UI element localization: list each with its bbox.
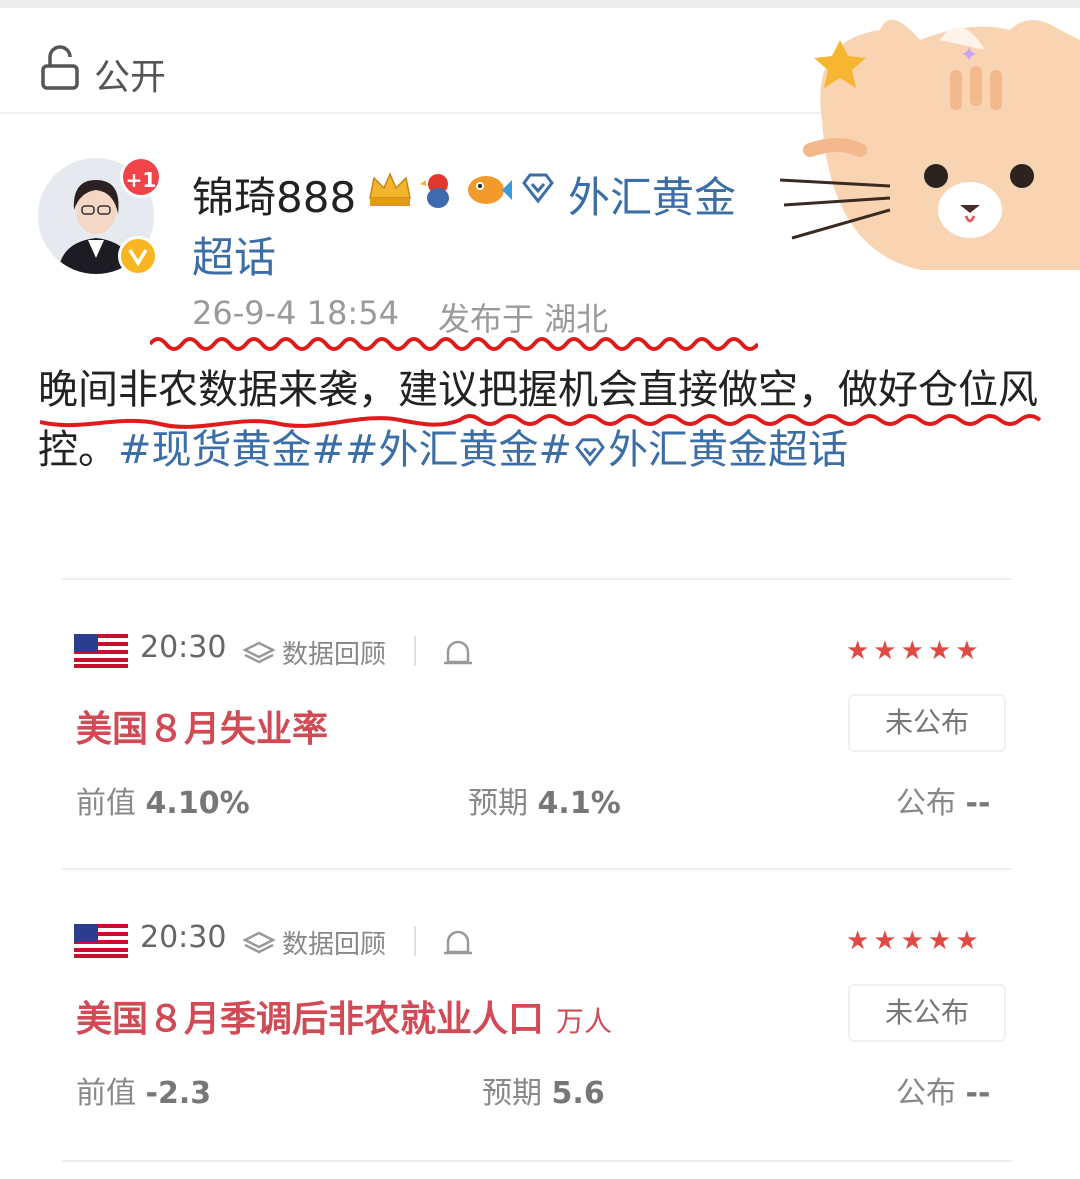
fish-icon	[468, 176, 512, 204]
red-underline-annotation	[150, 337, 758, 351]
visibility-label: 公开	[94, 57, 167, 98]
previous-number: 4.10%	[145, 786, 250, 821]
notification-badge: +1	[120, 156, 162, 198]
red-underline-annotation	[40, 414, 1042, 429]
post-date: 26-9-4 18:54	[192, 294, 399, 332]
event-time: 20:30	[140, 920, 227, 955]
divider	[62, 868, 1012, 870]
medal-icons	[369, 172, 512, 208]
separator	[414, 926, 416, 956]
event-title-text: 美国８月季调后非农就业人口	[76, 999, 545, 1040]
expected-number: 4.1%	[537, 786, 621, 821]
author-name[interactable]: 锦琦888	[192, 164, 356, 225]
event-title[interactable]: 美国８月季调后非农就业人口 万人	[76, 990, 612, 1042]
economic-event-card[interactable]: 20:30 数据回顾 ★★★★★ 美国８月失业率 未公布 前值 4.10% 预期…	[0, 630, 1080, 904]
us-flag-icon	[74, 924, 128, 958]
expected-number: 5.6	[551, 1076, 605, 1111]
layers-icon	[242, 931, 276, 954]
previous-value: 前值 -2.3	[76, 1068, 211, 1112]
status-button[interactable]: 未公布	[848, 694, 1006, 752]
previous-label: 前值	[76, 1076, 136, 1111]
lock-open-icon	[41, 45, 79, 90]
previous-label: 前值	[76, 786, 136, 821]
rooster-icon	[420, 174, 449, 208]
expected-value: 预期 4.1%	[468, 778, 621, 822]
svg-text:✦: ✦	[960, 43, 978, 68]
cat-sticker-icon: ✦	[779, 19, 1080, 270]
previous-value: 前值 4.10%	[76, 778, 250, 822]
diamond-icon	[575, 438, 605, 467]
separator	[414, 636, 416, 666]
economic-event-card[interactable]: 20:30 数据回顾 ★★★★★ 美国８月季调后非农就业人口 万人 未公布 前值 …	[0, 920, 1080, 1179]
divider	[62, 1160, 1012, 1162]
data-review-link[interactable]: 数据回顾	[282, 634, 386, 671]
status-button[interactable]: 未公布	[848, 984, 1006, 1042]
bell-icon[interactable]	[440, 636, 476, 670]
divider	[62, 578, 1012, 580]
published-value: 公布 --	[896, 1068, 990, 1112]
event-title-text: 美国８月失业率	[76, 709, 329, 750]
bell-icon[interactable]	[440, 926, 476, 960]
us-flag-icon	[74, 634, 128, 668]
layers-icon	[242, 641, 276, 664]
super-topic-link[interactable]: 外汇黄金	[568, 164, 736, 225]
published-value: 公布 --	[896, 778, 990, 822]
published-number: --	[965, 786, 991, 821]
expected-label: 预期	[482, 1076, 542, 1111]
importance-stars: ★★★★★	[846, 926, 983, 956]
super-topic-link-suffix[interactable]: 超话	[192, 224, 276, 285]
verified-badge-icon	[118, 236, 158, 276]
diamond-icon	[522, 173, 554, 204]
expected-value: 预期 5.6	[482, 1068, 605, 1112]
data-review-link[interactable]: 数据回顾	[282, 924, 386, 961]
event-title[interactable]: 美国８月失业率	[76, 700, 328, 752]
previous-number: -2.3	[145, 1076, 212, 1111]
crown-icon	[369, 172, 411, 206]
event-time: 20:30	[140, 630, 227, 665]
published-label: 公布	[896, 786, 956, 821]
published-number: --	[965, 1076, 991, 1111]
importance-stars: ★★★★★	[846, 636, 983, 666]
expected-label: 预期	[468, 786, 528, 821]
event-unit: 万人	[556, 1005, 613, 1038]
published-label: 公布	[896, 1076, 956, 1111]
